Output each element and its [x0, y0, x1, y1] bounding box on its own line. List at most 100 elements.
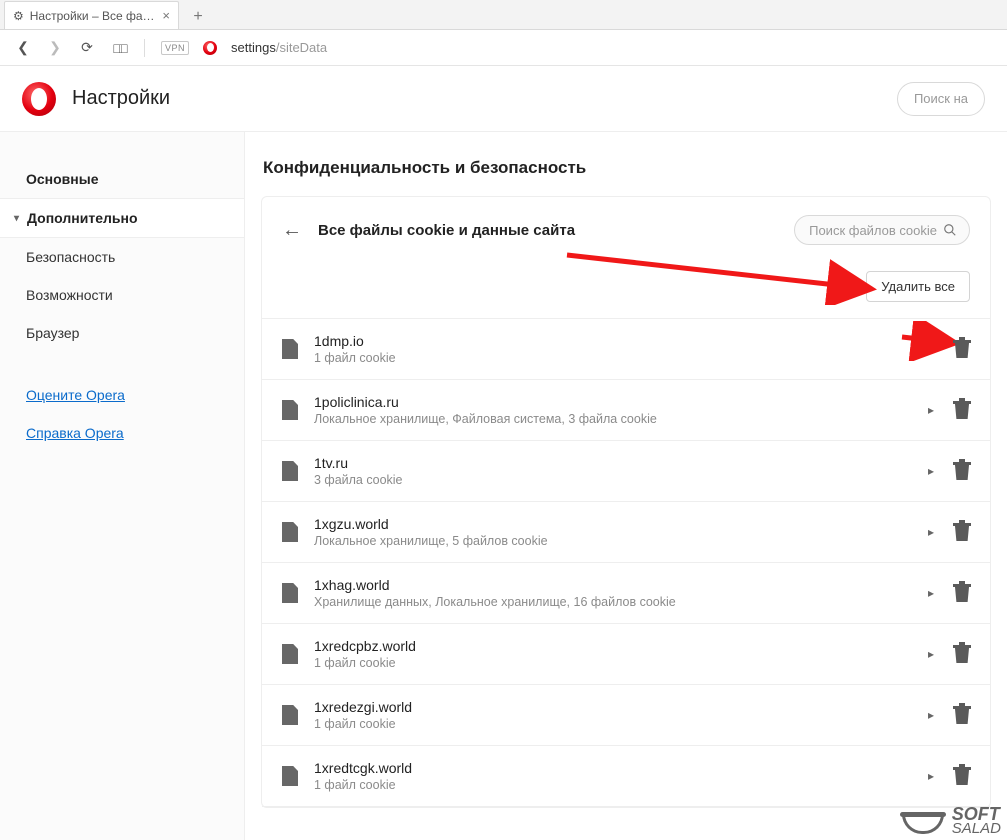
site-meta: 1 файл cookie: [314, 778, 912, 792]
site-row[interactable]: 1policlinica.ruЛокальное хранилище, Файл…: [262, 380, 990, 441]
page-title: Настройки: [72, 87, 170, 110]
forward-icon[interactable]: ❯: [46, 39, 64, 56]
gear-icon: ⚙: [13, 9, 24, 23]
sidebar-item-label: Дополнительно: [27, 210, 137, 226]
chevron-right-icon[interactable]: ▸: [928, 525, 934, 539]
trash-icon[interactable]: [954, 523, 970, 541]
trash-icon[interactable]: [954, 645, 970, 663]
file-icon: [282, 522, 298, 542]
section-title: Конфиденциальность и безопасность: [245, 158, 1007, 196]
site-meta: 1 файл cookie: [314, 717, 912, 731]
file-icon: [282, 644, 298, 664]
back-arrow-icon[interactable]: ←: [282, 219, 302, 242]
chevron-right-icon[interactable]: ▸: [928, 464, 934, 478]
sidebar-item-1[interactable]: ▾ Дополнительно: [0, 198, 244, 238]
opera-logo: [22, 82, 56, 116]
site-name: 1xgzu.world: [314, 516, 912, 532]
sidebar-item-label: Основные: [26, 171, 99, 187]
trash-icon[interactable]: [954, 767, 970, 785]
action-row: Удалить все: [262, 263, 990, 318]
sidebar-item-0[interactable]: Основные: [0, 160, 244, 198]
site-text: 1dmp.io 1 файл cookie: [314, 333, 938, 365]
site-meta: 1 файл cookie: [314, 656, 912, 670]
site-row[interactable]: 1tv.ru3 файла cookie▸: [262, 441, 990, 502]
back-icon[interactable]: ❮: [14, 39, 32, 56]
sidebar-link-label: Справка Opera: [26, 425, 124, 441]
trash-icon[interactable]: [954, 462, 970, 480]
file-icon: [282, 583, 298, 603]
site-row[interactable]: 1xhag.world Хранилище данных, Локальное х…: [262, 563, 990, 624]
delete-all-button[interactable]: Удалить все: [866, 271, 970, 302]
tab-title: Настройки – Все файлы c: [30, 9, 157, 23]
site-data-card: ← Все файлы cookie и данные сайта Поиск …: [261, 196, 991, 808]
sidebar-link-0[interactable]: Оцените Opera: [0, 376, 244, 414]
sidebar-item-label: Браузер: [26, 325, 79, 341]
site-row[interactable]: 1xgzu.world Локальное хранилище, 5 файлов…: [262, 502, 990, 563]
bowl-icon: [900, 806, 946, 836]
trash-icon[interactable]: [954, 340, 970, 358]
trash-icon[interactable]: [954, 401, 970, 419]
sidebar-item-4[interactable]: Браузер: [0, 314, 244, 352]
speed-dial-icon[interactable]: □□: [110, 40, 128, 56]
site-row[interactable]: 1xredezgi.world 1 файл cookie ▸: [262, 685, 990, 746]
vpn-badge[interactable]: VPN: [161, 41, 189, 55]
trash-icon[interactable]: [954, 584, 970, 602]
settings-search[interactable]: Поиск на: [897, 82, 985, 116]
file-icon: [282, 766, 298, 786]
close-tab-icon[interactable]: ×: [162, 8, 170, 23]
site-name: 1xredtcgk.world: [314, 760, 912, 776]
sidebar-link-1[interactable]: Справка Opera: [0, 414, 244, 452]
site-name: 1xredcpbz.world: [314, 638, 912, 654]
site-meta: 3 файла cookie: [314, 473, 912, 487]
site-meta: Локальное хранилище, Файловая система, 3…: [314, 412, 912, 426]
site-meta: 1 файл cookie: [314, 351, 938, 365]
cookie-search[interactable]: Поиск файлов cookie: [794, 215, 970, 245]
site-row[interactable]: 1xredcpbz.world 1 файл cookie ▸: [262, 624, 990, 685]
sidebar-item-2[interactable]: Безопасность: [0, 238, 244, 276]
watermark-line2: SALAD: [952, 822, 1001, 836]
new-tab-button[interactable]: +: [185, 5, 211, 29]
site-meta: Хранилище данных, Локальное хранилище, 1…: [314, 595, 912, 609]
file-icon: [282, 339, 298, 359]
browser-tab-active[interactable]: ⚙ Настройки – Все файлы c ×: [4, 1, 179, 29]
file-icon: [282, 400, 298, 420]
content: Конфиденциальность и безопасность ← Все …: [245, 132, 1007, 840]
file-icon: [282, 705, 298, 725]
address-bar[interactable]: settings/siteData: [231, 40, 327, 55]
site-text: 1xredtcgk.world 1 файл cookie: [314, 760, 912, 792]
settings-search-placeholder: Поиск на: [914, 91, 968, 106]
site-name: 1xhag.world: [314, 577, 912, 593]
file-icon: [282, 461, 298, 481]
site-name: 1dmp.io: [314, 333, 938, 349]
chevron-right-icon[interactable]: ▸: [928, 708, 934, 722]
sidebar-item-label: Возможности: [26, 287, 113, 303]
site-list: 1dmp.io 1 файл cookie 1policlinica.ruЛокал…: [262, 318, 990, 807]
site-text: 1policlinica.ruЛокальное хранилище, Файл…: [314, 394, 912, 426]
site-row[interactable]: 1dmp.io 1 файл cookie: [262, 319, 990, 380]
site-meta: Локальное хранилище, 5 файлов cookie: [314, 534, 912, 548]
site-text: 1xredcpbz.world 1 файл cookie: [314, 638, 912, 670]
site-text: 1xgzu.world Локальное хранилище, 5 файлов…: [314, 516, 912, 548]
sidebar: Основные ▾ Дополнительно Безопасность Возмож…: [0, 132, 245, 840]
watermark: SOFT SALAD: [900, 806, 1001, 836]
site-text: 1xredezgi.world 1 файл cookie: [314, 699, 912, 731]
chevron-right-icon[interactable]: ▸: [928, 769, 934, 783]
sidebar-link-label: Оцените Opera: [26, 387, 125, 403]
site-row[interactable]: 1xredtcgk.world 1 файл cookie ▸: [262, 746, 990, 807]
sidebar-item-3[interactable]: Возможности: [0, 276, 244, 314]
chevron-right-icon[interactable]: ▸: [928, 647, 934, 661]
chevron-right-icon[interactable]: ▸: [928, 403, 934, 417]
trash-icon[interactable]: [954, 706, 970, 724]
chevron-right-icon[interactable]: ▸: [928, 586, 934, 600]
cookie-search-placeholder: Поиск файлов cookie: [809, 223, 937, 238]
site-name: 1xredezgi.world: [314, 699, 912, 715]
sidebar-item-label: Безопасность: [26, 249, 115, 265]
chevron-down-icon: ▾: [14, 213, 19, 224]
separator: [144, 39, 145, 57]
main-layout: Основные ▾ Дополнительно Безопасность Возмож…: [0, 132, 1007, 840]
toolbar: ❮ ❯ ⟳ □□ VPN settings/siteData: [0, 30, 1007, 66]
tabstrip: ⚙ Настройки – Все файлы c × +: [0, 0, 1007, 30]
opera-icon: [203, 41, 217, 55]
site-text: 1xhag.world Хранилище данных, Локальное х…: [314, 577, 912, 609]
reload-icon[interactable]: ⟳: [78, 39, 96, 56]
